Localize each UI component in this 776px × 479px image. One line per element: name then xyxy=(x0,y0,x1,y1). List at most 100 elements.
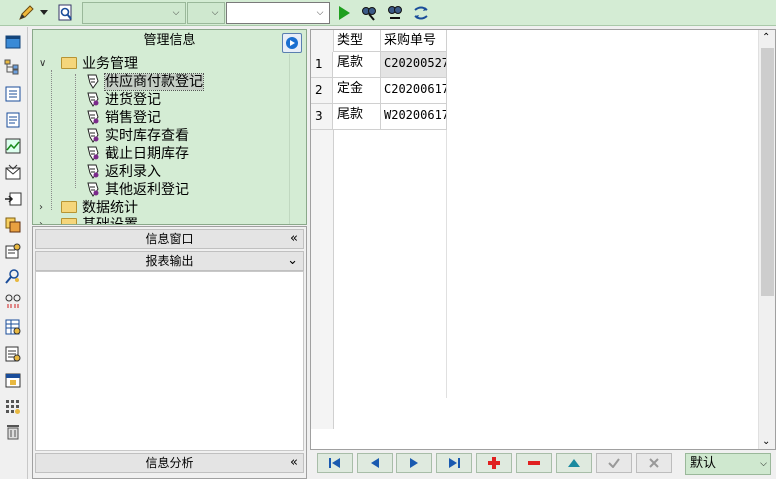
document-key-icon xyxy=(87,182,99,197)
tree-item-supplier-payment[interactable]: 供应商付款登记 xyxy=(85,73,204,91)
tree-item-label: 销售登记 xyxy=(105,110,161,126)
tree-structure-icon[interactable] xyxy=(4,58,22,76)
document-key-icon xyxy=(87,110,99,125)
tree-node-settings[interactable]: › 基础设置 xyxy=(37,216,138,225)
cell-order[interactable]: C20200527 xyxy=(381,52,447,77)
chart-icon[interactable] xyxy=(4,137,22,155)
cancel-record-button[interactable] xyxy=(636,453,672,473)
tree-item-sales[interactable]: 销售登记 xyxy=(85,109,161,127)
post-record-button[interactable] xyxy=(596,453,632,473)
tree-item-rebate-entry[interactable]: 返利录入 xyxy=(85,163,161,181)
tree-item-realtime-stock[interactable]: 实时库存查看 xyxy=(85,127,189,145)
search-value-select[interactable]: ⌵ xyxy=(226,2,330,24)
envelope-icon[interactable] xyxy=(4,163,22,181)
info-analysis-label: 信息分析 xyxy=(145,456,194,470)
first-record-button[interactable] xyxy=(317,453,353,473)
chevron-right-icon[interactable]: › xyxy=(39,216,49,224)
last-record-button[interactable] xyxy=(436,453,472,473)
table-row[interactable]: 1 ▶ 尾款 C20200527 xyxy=(311,52,447,96)
double-chevron-left-icon[interactable]: « xyxy=(290,230,298,248)
top-toolbar: ⌵ ⌵ ⌵ xyxy=(0,0,776,26)
panel-title: 管理信息 xyxy=(33,30,306,54)
binoculars-icon[interactable] xyxy=(359,3,379,23)
table-row[interactable]: 3 尾款 W20200617 xyxy=(311,104,447,130)
document-key-icon xyxy=(87,128,99,143)
tree-scrollbar[interactable] xyxy=(289,54,306,224)
cell-order[interactable]: W20200617 xyxy=(381,104,447,129)
tree-node-label: 基础设置 xyxy=(82,217,138,225)
report-output-label: 报表输出 xyxy=(145,254,194,268)
chevron-down-icon[interactable]: ∨ xyxy=(39,55,49,73)
settings-document-icon[interactable] xyxy=(4,242,22,260)
chevron-down-icon: ⌵ xyxy=(316,8,324,18)
delete-record-button[interactable] xyxy=(516,453,552,473)
empty-grid-area xyxy=(334,130,447,398)
view-select-value: 默认 xyxy=(690,456,717,471)
chevron-down-icon: ⌵ xyxy=(760,459,767,469)
tree-node-statistics[interactable]: › 数据统计 xyxy=(37,199,138,217)
add-record-button[interactable] xyxy=(476,453,512,473)
dropdown-arrow-icon[interactable] xyxy=(38,3,50,23)
calendar-icon[interactable] xyxy=(4,371,22,389)
row-number: 3 xyxy=(311,104,333,129)
binoculars-down-icon[interactable] xyxy=(385,3,405,23)
tree-item-label: 供应商付款登记 xyxy=(104,73,204,91)
row-indicator-header xyxy=(311,30,334,52)
chevron-up-icon[interactable]: ⌃ xyxy=(762,32,770,43)
management-info-panel: 管理信息 ∨ 业务管理 供应商付款登记 进货登记 销售登记 实时库存查看 截止日… xyxy=(32,29,307,225)
double-chevron-down-icon[interactable]: ⌄ xyxy=(287,252,298,270)
report-output-bar[interactable]: 报表输出 ⌄ xyxy=(35,251,304,271)
tree-item-label: 实时库存查看 xyxy=(105,128,189,144)
list-icon[interactable] xyxy=(4,85,22,103)
trash-icon[interactable] xyxy=(4,423,22,441)
pages-icon[interactable] xyxy=(4,216,22,234)
collapse-panel-icon[interactable] xyxy=(282,33,302,53)
cell-type[interactable]: 尾款 xyxy=(334,52,381,77)
play-icon[interactable] xyxy=(334,3,354,23)
operator-select[interactable]: ⌵ xyxy=(187,2,225,24)
tree-item-cutoff-stock[interactable]: 截止日期库存 xyxy=(85,145,189,163)
document-icon[interactable] xyxy=(4,111,22,129)
tree-item-other-rebate[interactable]: 其他返利登记 xyxy=(85,181,189,199)
record-navigator: 默认 ⌵ xyxy=(310,450,776,479)
tree-node-label: 数据统计 xyxy=(82,200,138,216)
info-window-bar[interactable]: 信息窗口 « xyxy=(35,229,304,249)
tree-node-business[interactable]: ∨ 业务管理 xyxy=(37,55,138,73)
cell-type[interactable]: 定金 xyxy=(334,78,381,103)
report-grid-icon[interactable] xyxy=(4,318,22,336)
find-icon[interactable] xyxy=(56,3,76,23)
row-number: 1 ▶ xyxy=(311,52,333,96)
export-icon[interactable] xyxy=(4,190,22,208)
row-indicator-column xyxy=(311,130,334,429)
prev-record-button[interactable] xyxy=(357,453,393,473)
refresh-icon[interactable] xyxy=(411,3,431,23)
report-document-icon[interactable] xyxy=(4,345,22,363)
double-chevron-left-icon[interactable]: « xyxy=(290,454,298,472)
pencil-icon[interactable] xyxy=(16,3,36,23)
tree-node-label: 业务管理 xyxy=(82,56,138,72)
next-record-button[interactable] xyxy=(396,453,432,473)
window-icon[interactable] xyxy=(4,33,22,51)
view-select[interactable]: 默认 ⌵ xyxy=(685,453,771,475)
tree-item-label: 进货登记 xyxy=(105,92,161,108)
cell-order[interactable]: C20200617 xyxy=(381,78,447,103)
chevron-right-icon[interactable]: › xyxy=(39,199,49,217)
info-window-label: 信息窗口 xyxy=(145,232,194,246)
column-header-order[interactable]: 采购单号 xyxy=(381,30,447,52)
link-icon[interactable] xyxy=(4,292,22,310)
scrollbar-thumb[interactable] xyxy=(761,48,774,296)
chevron-down-icon: ⌵ xyxy=(172,8,180,18)
data-grid: 类型 采购单号 1 ▶ 尾款 C20200527 2 定金 C20200617 … xyxy=(310,29,776,450)
tree-item-label: 截止日期库存 xyxy=(105,146,189,162)
cell-type[interactable]: 尾款 xyxy=(334,104,381,129)
column-header-type[interactable]: 类型 xyxy=(334,30,381,52)
table-row[interactable]: 2 定金 C20200617 xyxy=(311,78,447,104)
tree-item-purchase[interactable]: 进货登记 xyxy=(85,91,161,109)
grid-apps-icon[interactable] xyxy=(4,398,22,416)
user-search-icon[interactable] xyxy=(4,267,22,285)
edit-record-button[interactable] xyxy=(556,453,592,473)
info-analysis-bar[interactable]: 信息分析 « xyxy=(35,453,304,473)
grid-scrollbar[interactable]: ⌃ ⌄ xyxy=(758,30,775,449)
chevron-down-icon[interactable]: ⌄ xyxy=(762,436,770,447)
field-select[interactable]: ⌵ xyxy=(82,2,186,24)
